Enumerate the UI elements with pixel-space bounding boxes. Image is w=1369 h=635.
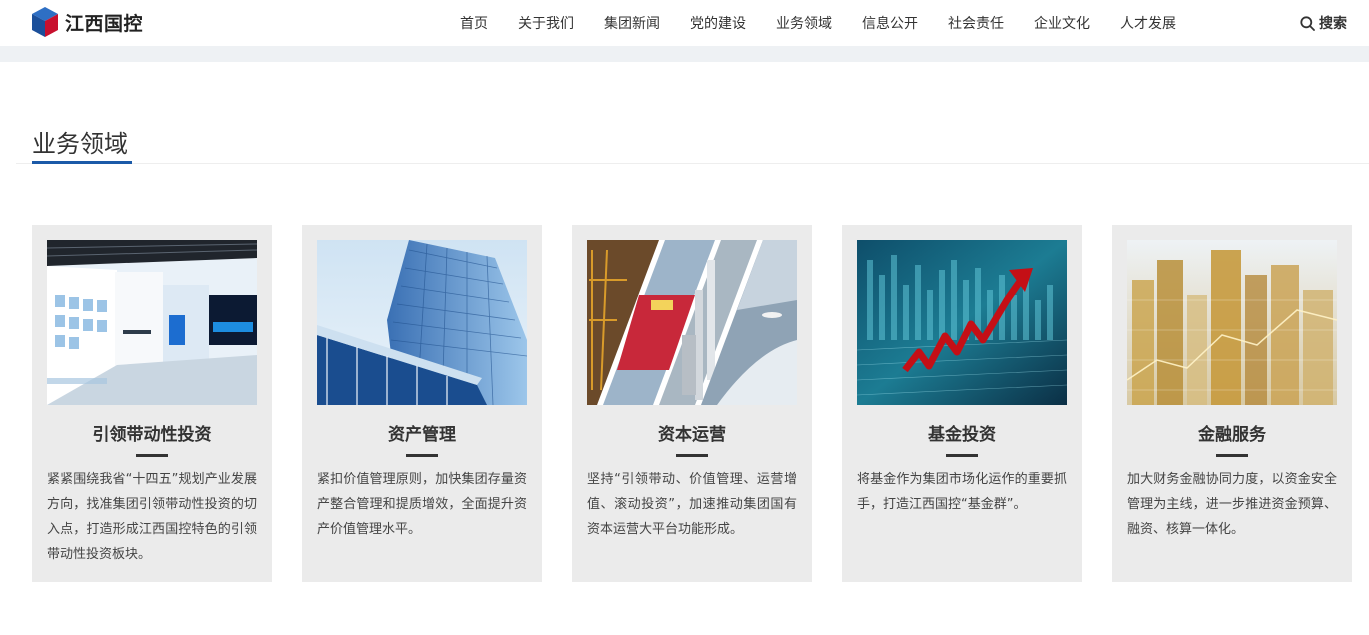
business-card-leading-investment[interactable]: 引领带动性投资 紧紧围绕我省“十四五”规划产业发展方向，找准集团引领带动性投资的… — [32, 225, 272, 582]
section-title-underline — [32, 161, 132, 164]
exhibition-hall-image — [47, 240, 257, 405]
business-card-fund-investment[interactable]: 基金投资 将基金作为集团市场化运作的重要抓手，打造江西国控“基金群”。 — [842, 225, 1082, 582]
card-description: 将基金作为集团市场化运作的重要抓手，打造江西国控“基金群”。 — [857, 472, 1067, 512]
rising-chart-image — [857, 240, 1067, 405]
search-label: 搜索 — [1319, 16, 1347, 32]
card-title-bar — [676, 454, 708, 457]
nav-item-news[interactable]: 集团新闻 — [604, 13, 660, 33]
nav-item-culture[interactable]: 企业文化 — [1034, 13, 1090, 33]
card-title-bar — [406, 454, 438, 457]
main-nav: 首页 关于我们 集团新闻 党的建设 业务领域 信息公开 社会责任 企业文化 人才… — [460, 0, 1206, 46]
logo-cube-icon — [32, 7, 58, 37]
business-card-capital-operation[interactable]: 资本运营 坚持“引领带动、价值管理、运营增值、滚动投资”，加速推动集团国有资本运… — [572, 225, 812, 582]
card-title-bar — [946, 454, 978, 457]
golden-city-image — [1127, 240, 1337, 405]
nav-item-about[interactable]: 关于我们 — [518, 13, 574, 33]
search-button[interactable]: 搜索 — [1300, 0, 1347, 46]
business-card-financial-services[interactable]: 金融服务 加大财务金融协同力度，以资金安全管理为主线，进一步推进资金预算、融资、… — [1112, 225, 1352, 582]
business-card-asset-management[interactable]: 资产管理 紧扣价值管理原则，加快集团存量资产整合管理和提质增效，全面提升资产价值… — [302, 225, 542, 582]
site-header: 江西国控 首页 关于我们 集团新闻 党的建设 业务领域 信息公开 社会责任 企业… — [0, 0, 1369, 46]
search-icon — [1300, 15, 1315, 31]
section-title: 业务领域 — [32, 130, 128, 158]
nav-item-talent[interactable]: 人才发展 — [1120, 13, 1176, 33]
card-title: 资本运营 — [658, 425, 726, 445]
section-title-rule — [16, 163, 1369, 164]
card-title-bar — [136, 454, 168, 457]
nav-item-responsibility[interactable]: 社会责任 — [948, 13, 1004, 33]
card-description: 加大财务金融协同力度，以资金安全管理为主线，进一步推进资金预算、融资、核算一体化… — [1127, 472, 1337, 537]
card-title: 金融服务 — [1198, 425, 1266, 445]
card-title: 引领带动性投资 — [92, 425, 212, 445]
office-tower-image — [317, 240, 527, 405]
logo-text: 江西国控 — [65, 12, 144, 35]
card-title: 基金投资 — [928, 425, 996, 445]
card-description: 紧紧围绕我省“十四五”规划产业发展方向，找准集团引领带动性投资的切入点，打造形成… — [47, 472, 257, 562]
site-logo[interactable]: 江西国控 — [32, 7, 143, 37]
nav-item-home[interactable]: 首页 — [460, 13, 488, 33]
business-cards: 引领带动性投资 紧紧围绕我省“十四五”规划产业发展方向，找准集团引领带动性投资的… — [32, 225, 1352, 582]
nav-item-party[interactable]: 党的建设 — [690, 13, 746, 33]
header-divider-strip — [0, 46, 1369, 62]
card-description: 紧扣价值管理原则，加快集团存量资产整合管理和提质增效，全面提升资产价值管理水平。 — [317, 472, 527, 537]
nav-item-business[interactable]: 业务领域 — [776, 13, 832, 33]
nav-item-disclosure[interactable]: 信息公开 — [862, 13, 918, 33]
card-title-bar — [1216, 454, 1248, 457]
industry-collage-image — [587, 240, 797, 405]
card-title: 资产管理 — [388, 425, 456, 445]
card-description: 坚持“引领带动、价值管理、运营增值、滚动投资”，加速推动集团国有资本运营大平台功… — [587, 472, 797, 537]
